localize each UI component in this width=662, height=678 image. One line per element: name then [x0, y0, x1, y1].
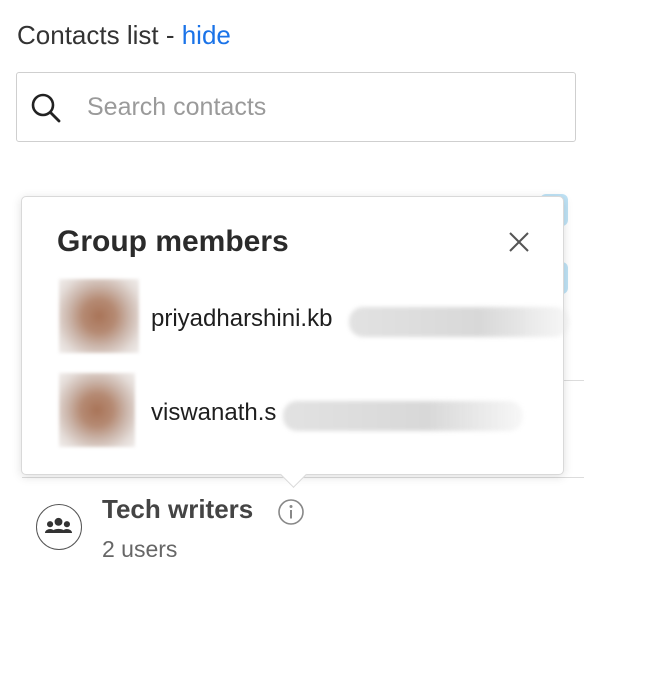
redacted-text — [283, 401, 523, 431]
search-input[interactable] — [87, 87, 557, 127]
member-name: viswanath.s — [151, 399, 277, 426]
group-item[interactable]: Tech writers 2 users — [36, 490, 436, 570]
redacted-text — [349, 307, 569, 337]
popup-title: Group members — [57, 225, 289, 258]
member-name: priyadharshini.kb — [151, 305, 333, 332]
member-row[interactable]: priyadharshini.kb — [59, 279, 569, 353]
search-icon — [31, 93, 61, 123]
contacts-list-header: Contacts list - hide — [17, 20, 231, 51]
hide-link[interactable]: hide — [182, 20, 231, 50]
close-icon[interactable] — [506, 229, 532, 255]
member-avatar — [59, 373, 135, 447]
contacts-list-title: Contacts list - — [17, 20, 182, 50]
search-box[interactable] — [16, 72, 576, 142]
info-icon[interactable] — [277, 498, 305, 526]
member-row[interactable]: viswanath.s — [59, 373, 539, 447]
member-avatar — [59, 279, 139, 353]
popup-arrow — [280, 461, 307, 488]
group-user-count: 2 users — [102, 536, 178, 562]
group-members-popup: Group members priyadharshini.kb viswanat… — [21, 196, 569, 488]
group-icon — [36, 504, 82, 550]
group-name: Tech writers — [102, 494, 254, 524]
